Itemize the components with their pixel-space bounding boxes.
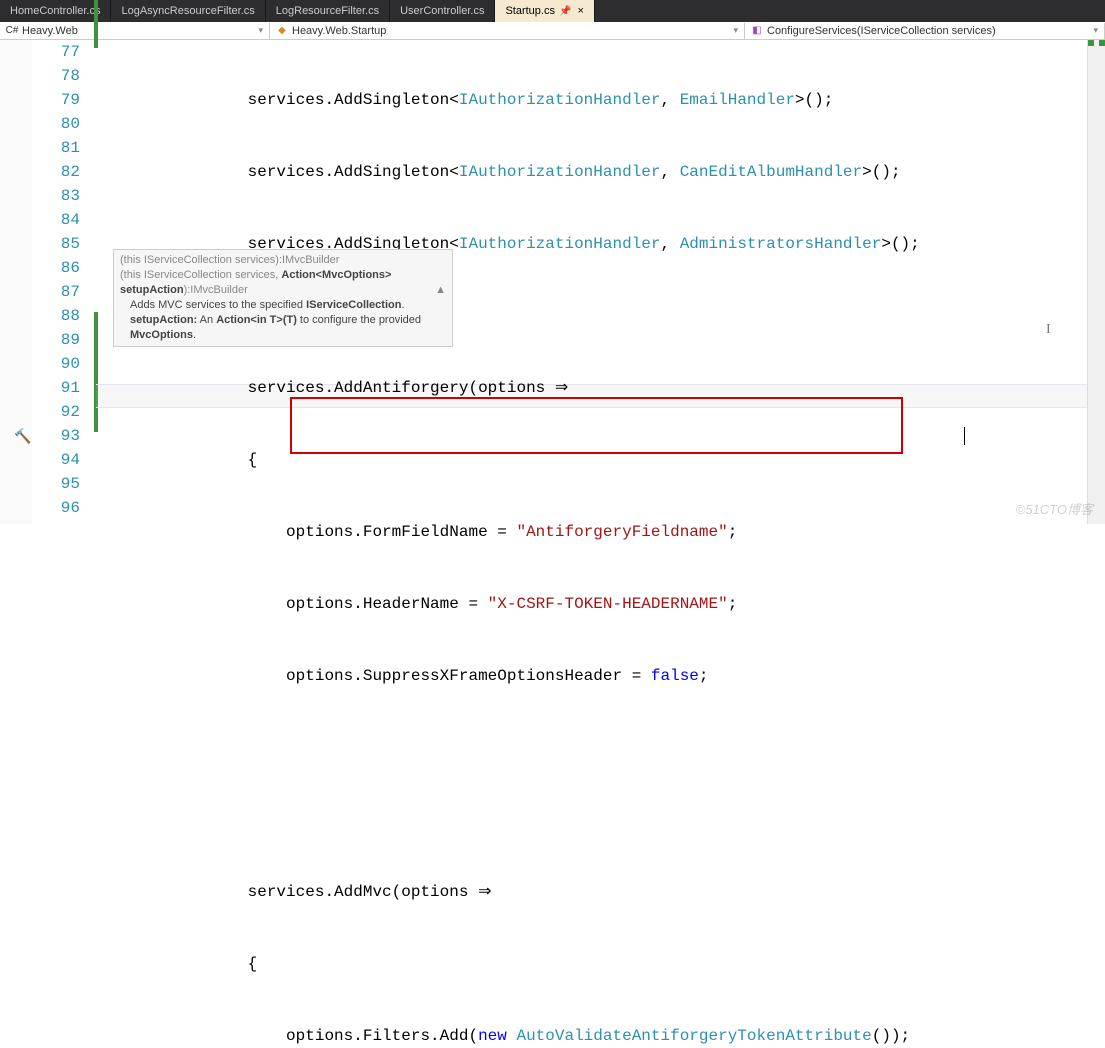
- build-icon: 🔨: [14, 428, 30, 444]
- chevron-down-icon: ▾: [258, 25, 263, 36]
- line-number-gutter: 77 78 79 80 81 82 83 84 85 86 87 88 89 9…: [32, 40, 94, 524]
- watermark: ©51CTO博客: [1016, 499, 1093, 518]
- text-cursor: [964, 427, 965, 445]
- chevron-down-icon: ▾: [1093, 25, 1098, 36]
- i-beam-cursor: I: [1046, 322, 1051, 338]
- nav-bar: C# Heavy.Web ▾ ◆ Heavy.Web.Startup ▾ ◧ C…: [0, 22, 1105, 40]
- chevron-down-icon: ▾: [733, 25, 738, 36]
- scrollbar[interactable]: [1087, 40, 1105, 524]
- nav-class-selector[interactable]: ◆ Heavy.Web.Startup ▾: [270, 23, 745, 39]
- class-icon: ◆: [276, 25, 288, 37]
- tab-log-resource-filter[interactable]: LogResourceFilter.cs: [266, 0, 390, 22]
- tab-user-controller[interactable]: UserController.cs: [390, 0, 495, 22]
- tab-log-async-filter[interactable]: LogAsyncResourceFilter.cs: [111, 0, 265, 22]
- nav-member-label: ConfigureServices(IServiceCollection ser…: [767, 25, 996, 37]
- tab-startup[interactable]: Startup.cs📌×: [495, 0, 594, 22]
- pin-icon[interactable]: 📌: [559, 6, 571, 17]
- method-icon: ◧: [751, 25, 763, 37]
- scroll-marker: [1088, 40, 1094, 46]
- tab-bar: HomeController.cs LogAsyncResourceFilter…: [0, 0, 1105, 22]
- nav-member-selector[interactable]: ◧ ConfigureServices(IServiceCollection s…: [745, 23, 1105, 39]
- intellisense-tooltip: (this IServiceCollection services):IMvcB…: [113, 249, 453, 347]
- csharp-icon: C#: [6, 25, 18, 37]
- scroll-marker: [1099, 40, 1105, 46]
- nav-project-selector[interactable]: C# Heavy.Web ▾: [0, 23, 270, 39]
- close-icon[interactable]: ×: [577, 5, 583, 17]
- nav-project-label: Heavy.Web: [22, 25, 78, 37]
- breakpoint-margin[interactable]: [0, 40, 32, 524]
- nav-class-label: Heavy.Web.Startup: [292, 25, 386, 37]
